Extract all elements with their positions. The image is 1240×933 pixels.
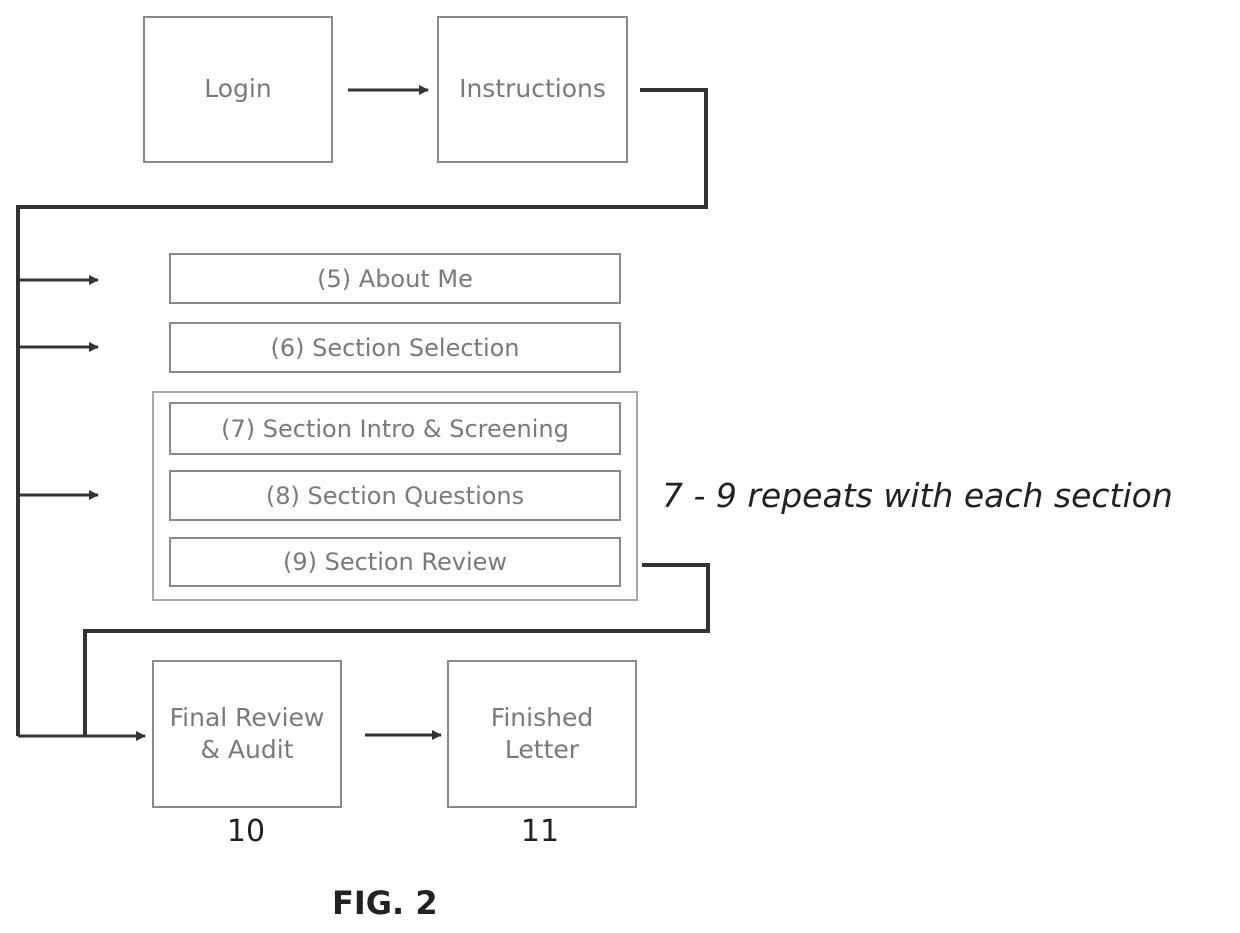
final-review-label-line1: Final Review [169, 702, 325, 732]
login-box: Login [143, 16, 333, 163]
section-selection-box: (6) Section Selection [169, 322, 621, 373]
finished-letter-label-line1: Finished [490, 702, 594, 732]
section-selection-label: (6) Section Selection [270, 333, 520, 362]
final-review-label-line2: & Audit [200, 735, 294, 764]
finished-letter-box: Finished Letter [447, 660, 637, 808]
instructions-label: Instructions [459, 74, 606, 104]
final-review-box: Final Review & Audit [152, 660, 342, 808]
login-label: Login [204, 74, 272, 104]
section-questions-box: (8) Section Questions [169, 470, 621, 521]
section-review-box: (9) Section Review [169, 537, 621, 587]
about-me-box: (5) About Me [169, 253, 621, 304]
figure-label: FIG. 2 [332, 884, 438, 922]
instructions-box: Instructions [437, 16, 628, 163]
section-questions-label: (8) Section Questions [265, 481, 525, 510]
finished-letter-label-line2: Letter [504, 735, 580, 764]
about-me-label: (5) About Me [317, 264, 473, 293]
finished-letter-number: 11 [520, 814, 560, 849]
section-intro-box: (7) Section Intro & Screening [169, 402, 621, 455]
section-intro-label: (7) Section Intro & Screening [221, 414, 569, 443]
section-review-label: (9) Section Review [282, 548, 508, 576]
final-review-number: 10 [226, 814, 266, 849]
repeat-note: 7 - 9 repeats with each section [662, 476, 1173, 515]
